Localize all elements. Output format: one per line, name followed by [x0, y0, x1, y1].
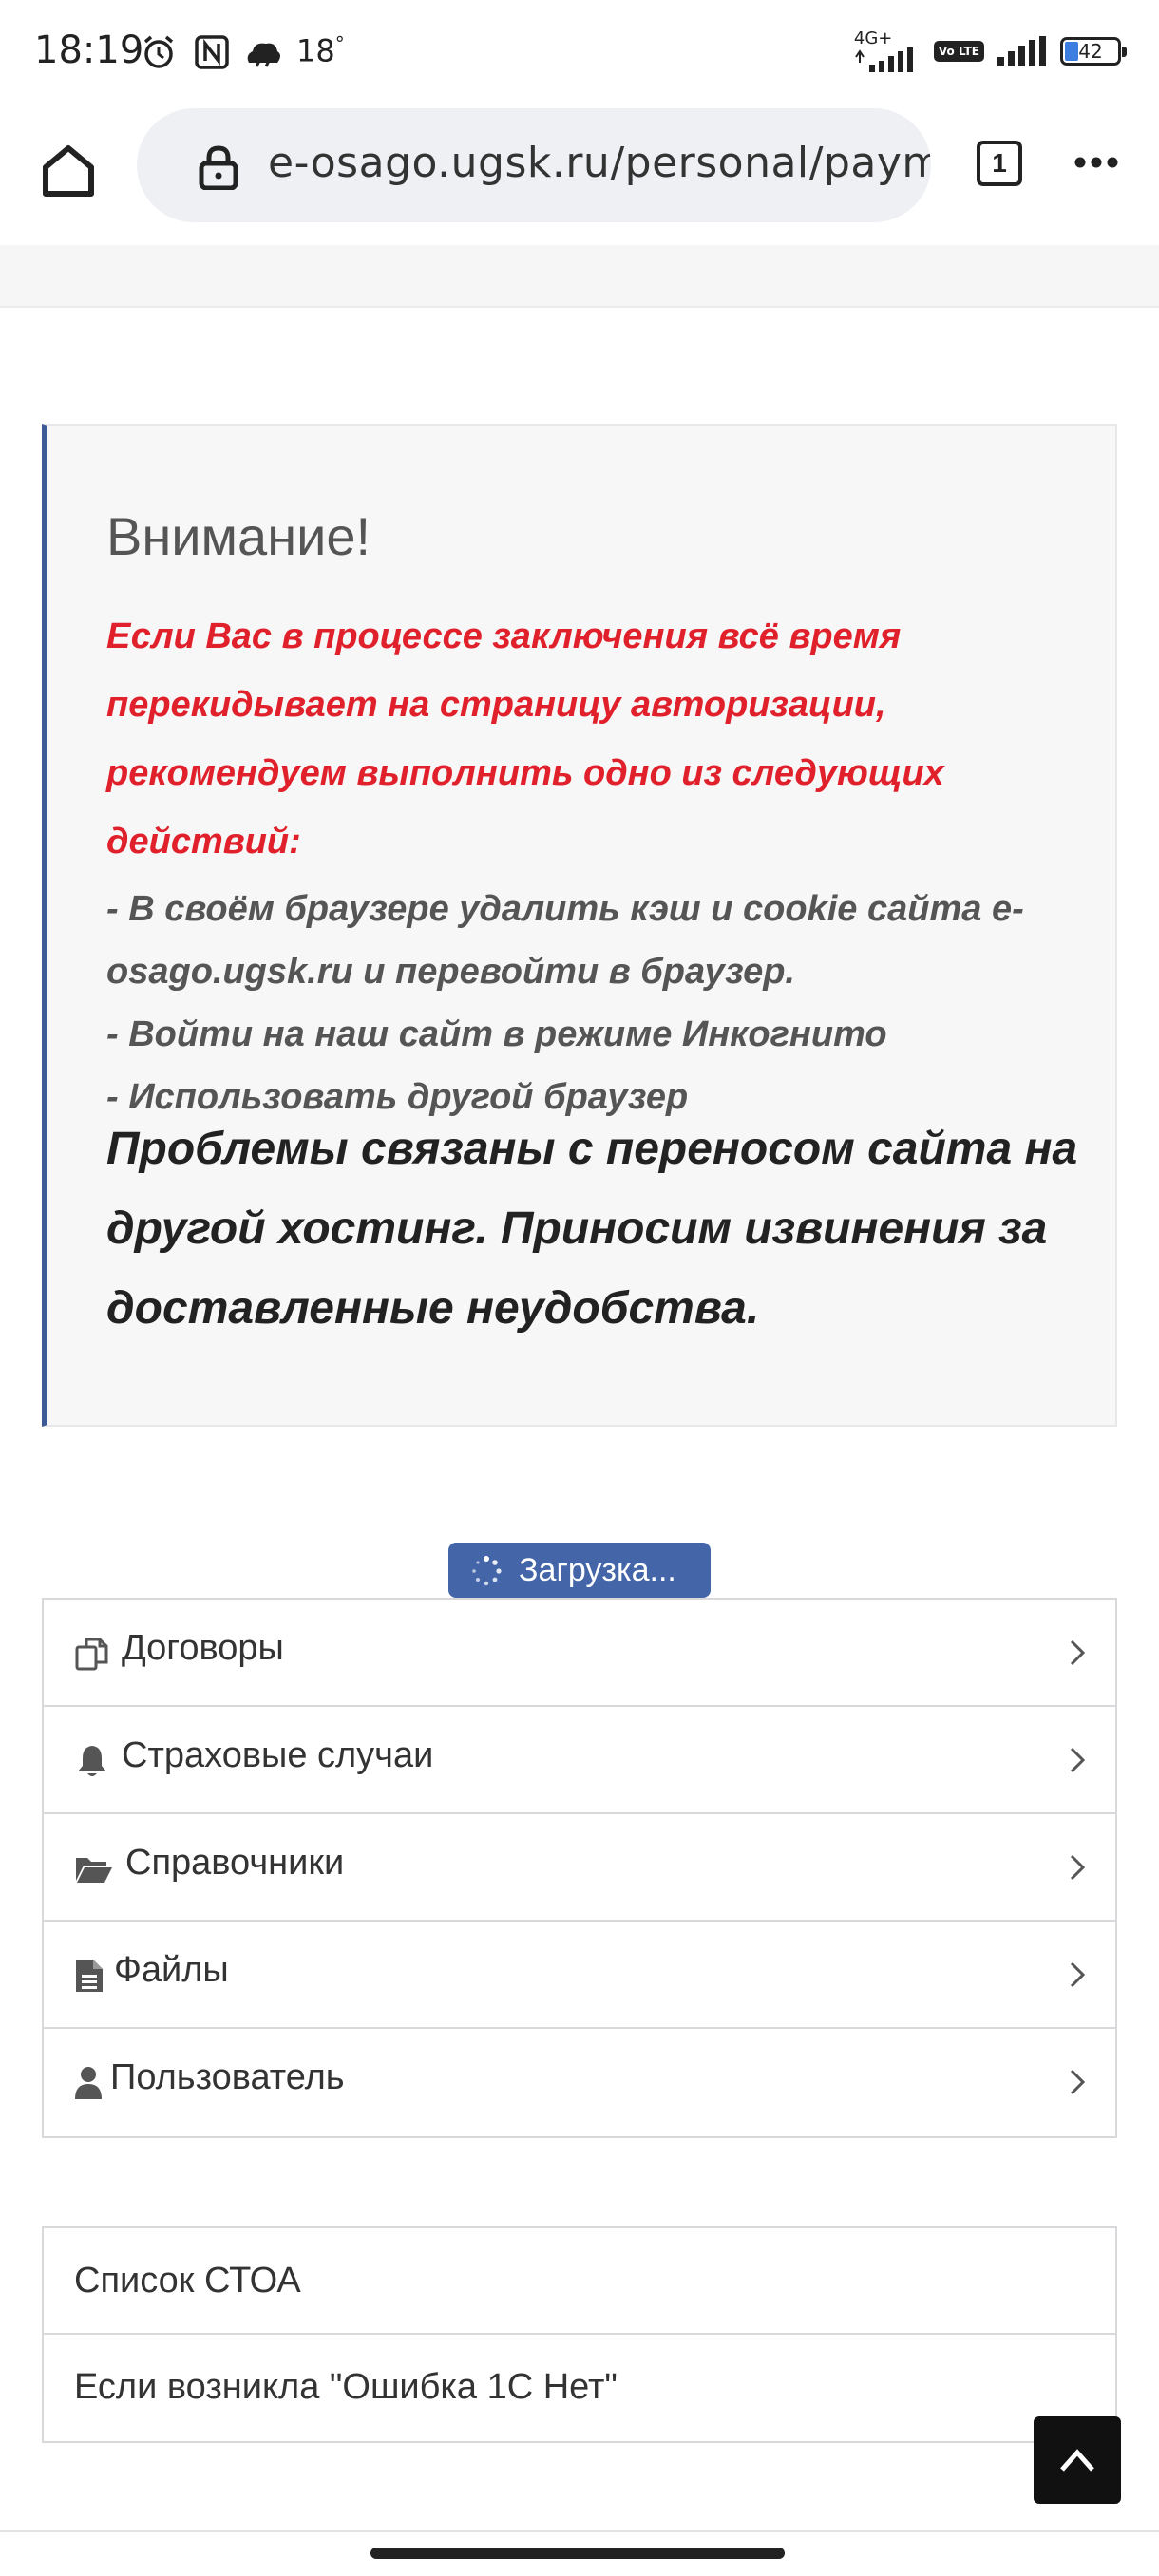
bottom-divider — [0, 2530, 1159, 2532]
network-indicator: 4G+ — [854, 30, 922, 72]
menu-item-files[interactable]: Файлы — [44, 1922, 1115, 2029]
battery-level: 42 — [1078, 40, 1103, 63]
url-text: e-osago.ugsk.ru/personal/paym — [268, 139, 931, 187]
scroll-to-top-button[interactable] — [1034, 2416, 1121, 2504]
personal-menu: Договоры Страховые случаи Справочники Фа… — [42, 1598, 1117, 2138]
chevron-right-icon — [1070, 1961, 1086, 1988]
alert-step-incognito: - Войти на наш сайт в режиме Инкогнито — [106, 1014, 887, 1054]
address-bar[interactable]: e-osago.ugsk.ru/personal/paym — [137, 108, 931, 222]
link-label: Список СТОА — [74, 2261, 301, 2301]
gesture-navigation-bar[interactable] — [370, 2548, 785, 2559]
lock-icon — [199, 145, 238, 190]
spinner-icon — [472, 1556, 502, 1586]
menu-item-label: Договоры — [122, 1628, 284, 1668]
signal-icon — [855, 47, 913, 72]
info-links: Список СТОА Если возникла "Ошибка 1С Нет… — [42, 2226, 1117, 2443]
home-icon[interactable] — [38, 141, 99, 201]
menu-item-label: Файлы — [114, 1950, 229, 1990]
file-icon — [76, 1960, 103, 1992]
menu-item-contracts[interactable]: Договоры — [44, 1600, 1115, 1707]
menu-item-label: Страховые случаи — [122, 1735, 434, 1775]
nfc-icon — [195, 35, 229, 69]
status-right-group: 4G+ Vo LTE 42 — [854, 28, 1127, 74]
volte-badge: Vo LTE — [933, 41, 984, 62]
loading-label: Загрузка... — [519, 1552, 676, 1588]
network-label: 4G+ — [853, 28, 893, 48]
alert-step-clear-cache: - В своём браузере удалить кэш и cookie … — [106, 889, 1024, 992]
chevron-right-icon — [1070, 1747, 1086, 1773]
chevron-right-icon — [1070, 1854, 1086, 1881]
menu-item-user[interactable]: Пользователь — [44, 2029, 1115, 2136]
user-icon — [75, 2067, 102, 2099]
attention-alert: Внимание! Если Вас в процессе заключения… — [42, 424, 1117, 1427]
status-bar: 18:19 18° 4G+ Vo LTE 42 — [0, 0, 1159, 103]
alert-title: Внимание! — [106, 506, 371, 566]
menu-item-label: Справочники — [125, 1843, 345, 1883]
bell-icon — [78, 1746, 106, 1776]
header-strip — [0, 245, 1159, 308]
more-options-icon[interactable] — [1074, 156, 1119, 169]
alarm-icon — [143, 35, 174, 68]
signal-icon-2 — [998, 36, 1046, 66]
status-time: 18:19 — [34, 28, 144, 72]
tab-switcher-button[interactable]: 1 — [977, 141, 1022, 186]
menu-item-label: Пользователь — [110, 2057, 345, 2097]
chevron-right-icon — [1070, 1639, 1086, 1666]
battery-fill — [1065, 42, 1078, 61]
browser-toolbar: e-osago.ugsk.ru/personal/paym 1 — [0, 103, 1159, 245]
link-1c-error[interactable]: Если возникла "Ошибка 1С Нет" — [44, 2335, 1115, 2441]
alert-warning: Если Вас в процессе заключения всё время… — [106, 616, 944, 862]
alert-apology: Проблемы связаны с переносом сайта на др… — [106, 1124, 1078, 1334]
loading-indicator: Загрузка... — [448, 1543, 711, 1598]
chevron-right-icon — [1070, 2069, 1086, 2095]
weather-icon — [247, 43, 280, 67]
link-label: Если возникла "Ошибка 1С Нет" — [74, 2367, 618, 2407]
copy-icon — [75, 1638, 108, 1671]
chevron-up-icon — [1060, 2449, 1094, 2472]
folder-open-icon — [76, 1858, 112, 1883]
status-temperature: 18° — [296, 32, 345, 69]
menu-item-directories[interactable]: Справочники — [44, 1814, 1115, 1922]
link-sto-list[interactable]: Список СТОА — [44, 2228, 1115, 2335]
menu-item-insurance-cases[interactable]: Страховые случаи — [44, 1707, 1115, 1814]
battery-icon: 42 — [1060, 37, 1127, 66]
